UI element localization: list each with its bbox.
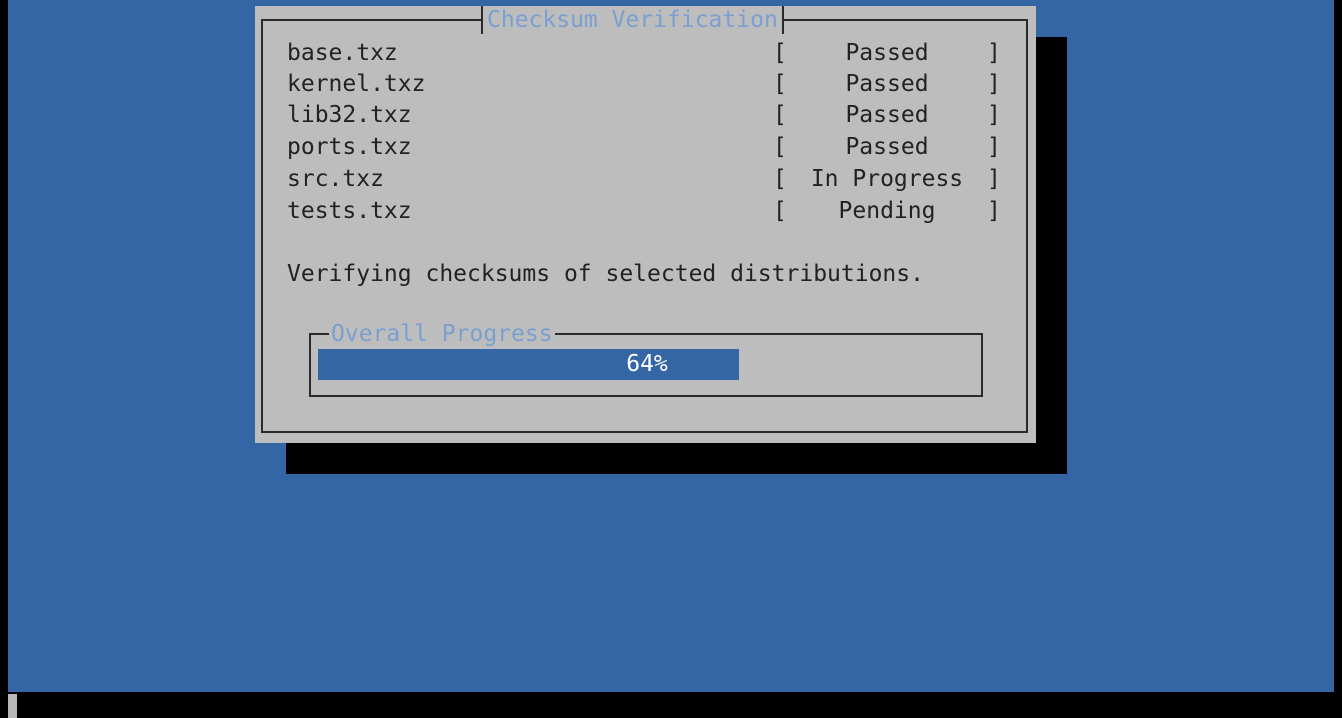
status-bar [0,692,1342,718]
status-label: In Progress [810,166,964,192]
list-item: tests.txz [ Pending ] [287,196,1007,226]
bracket-open: [ [773,166,787,192]
status-label: Passed [845,102,929,128]
status-message: Verifying checksums of selected distribu… [287,261,924,287]
list-item: lib32.txz [ Passed ] [287,100,1007,130]
bracket-close: ] [987,71,1001,97]
file-name: src.txz [287,166,384,192]
progress-bar: 64% [318,349,976,380]
bracket-close: ] [987,40,1001,66]
bracket-close: ] [987,166,1001,192]
status-label: Passed [845,40,929,66]
progress-label: Overall Progress [329,320,555,348]
dialog-title: Checksum Verification [481,6,784,34]
bracket-open: [ [773,40,787,66]
file-name: lib32.txz [287,102,412,128]
terminal-screen: Checksum Verification base.txz [ Passed … [0,0,1342,718]
file-name: kernel.txz [287,71,426,97]
status-label: Passed [845,71,929,97]
bracket-close: ] [987,198,1001,224]
text-cursor [8,694,17,718]
bracket-open: [ [773,102,787,128]
file-name: ports.txz [287,134,412,160]
bracket-open: [ [773,134,787,160]
file-name: tests.txz [287,198,412,224]
list-item: base.txz [ Passed ] [287,38,1007,68]
list-item: src.txz [ In Progress ] [287,164,1007,194]
list-item: ports.txz [ Passed ] [287,132,1007,162]
status-label: Pending [838,198,936,224]
file-name: base.txz [287,40,398,66]
bracket-close: ] [987,134,1001,160]
bracket-close: ] [987,102,1001,128]
status-label: Passed [845,134,929,160]
checksum-dialog: Checksum Verification base.txz [ Passed … [255,6,1036,443]
bracket-open: [ [773,71,787,97]
progress-percent: 64% [626,351,668,377]
list-item: kernel.txz [ Passed ] [287,69,1007,99]
bracket-open: [ [773,198,787,224]
